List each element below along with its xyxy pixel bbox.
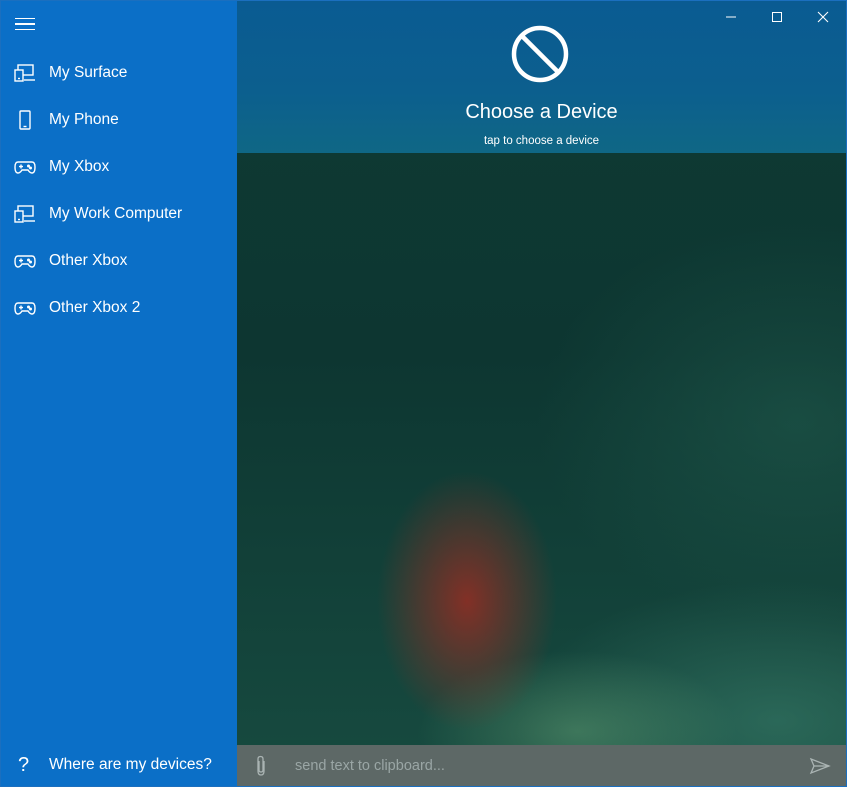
sidebar-item-label: Other Xbox 2 [49,298,141,316]
gamepad-icon [14,157,38,177]
sidebar-item-label: My Work Computer [49,204,183,222]
sidebar-item-label: My Xbox [49,157,110,175]
hamburger-icon[interactable] [11,11,39,37]
minimize-icon[interactable] [708,1,754,33]
page-title: Choose a Device [465,101,618,123]
device-list: My Surface My Phone My Xbox My Work Comp… [1,49,237,331]
sidebar-item-other-xbox-2[interactable]: Other Xbox 2 [1,284,237,331]
sidebar-item-label: Other Xbox [49,251,128,269]
clipboard-text-input[interactable] [285,744,794,786]
sidebar-item-my-surface[interactable]: My Surface [1,49,237,96]
sidebar-item-my-xbox[interactable]: My Xbox [1,143,237,190]
paperclip-icon[interactable] [237,745,285,786]
help-label: Where are my devices? [49,756,212,773]
phone-icon [14,109,38,130]
gamepad-icon [14,298,38,318]
laptop-icon [14,63,38,83]
sidebar-item-label: My Phone [49,110,119,128]
main-panel: Choose a Device tap to choose a device [237,1,846,786]
send-icon[interactable] [794,745,846,786]
sidebar-item-my-phone[interactable]: My Phone [1,96,237,143]
composer-bar [237,744,846,786]
sidebar-item-my-work-computer[interactable]: My Work Computer [1,190,237,237]
laptop-icon [14,204,38,224]
sidebar-item-other-xbox[interactable]: Other Xbox [1,237,237,284]
maximize-icon[interactable] [754,1,800,33]
sidebar-item-label: My Surface [49,63,128,81]
close-icon[interactable] [800,1,846,33]
app-window: My Surface My Phone My Xbox My Work Comp… [0,0,847,787]
gamepad-icon [14,251,38,271]
window-controls [708,1,846,33]
question-icon: ? [18,753,30,776]
sidebar: My Surface My Phone My Xbox My Work Comp… [1,1,237,786]
help-link[interactable]: ? Where are my devices? [14,750,212,780]
page-subtitle: tap to choose a device [483,135,600,147]
blocked-icon [511,25,569,83]
